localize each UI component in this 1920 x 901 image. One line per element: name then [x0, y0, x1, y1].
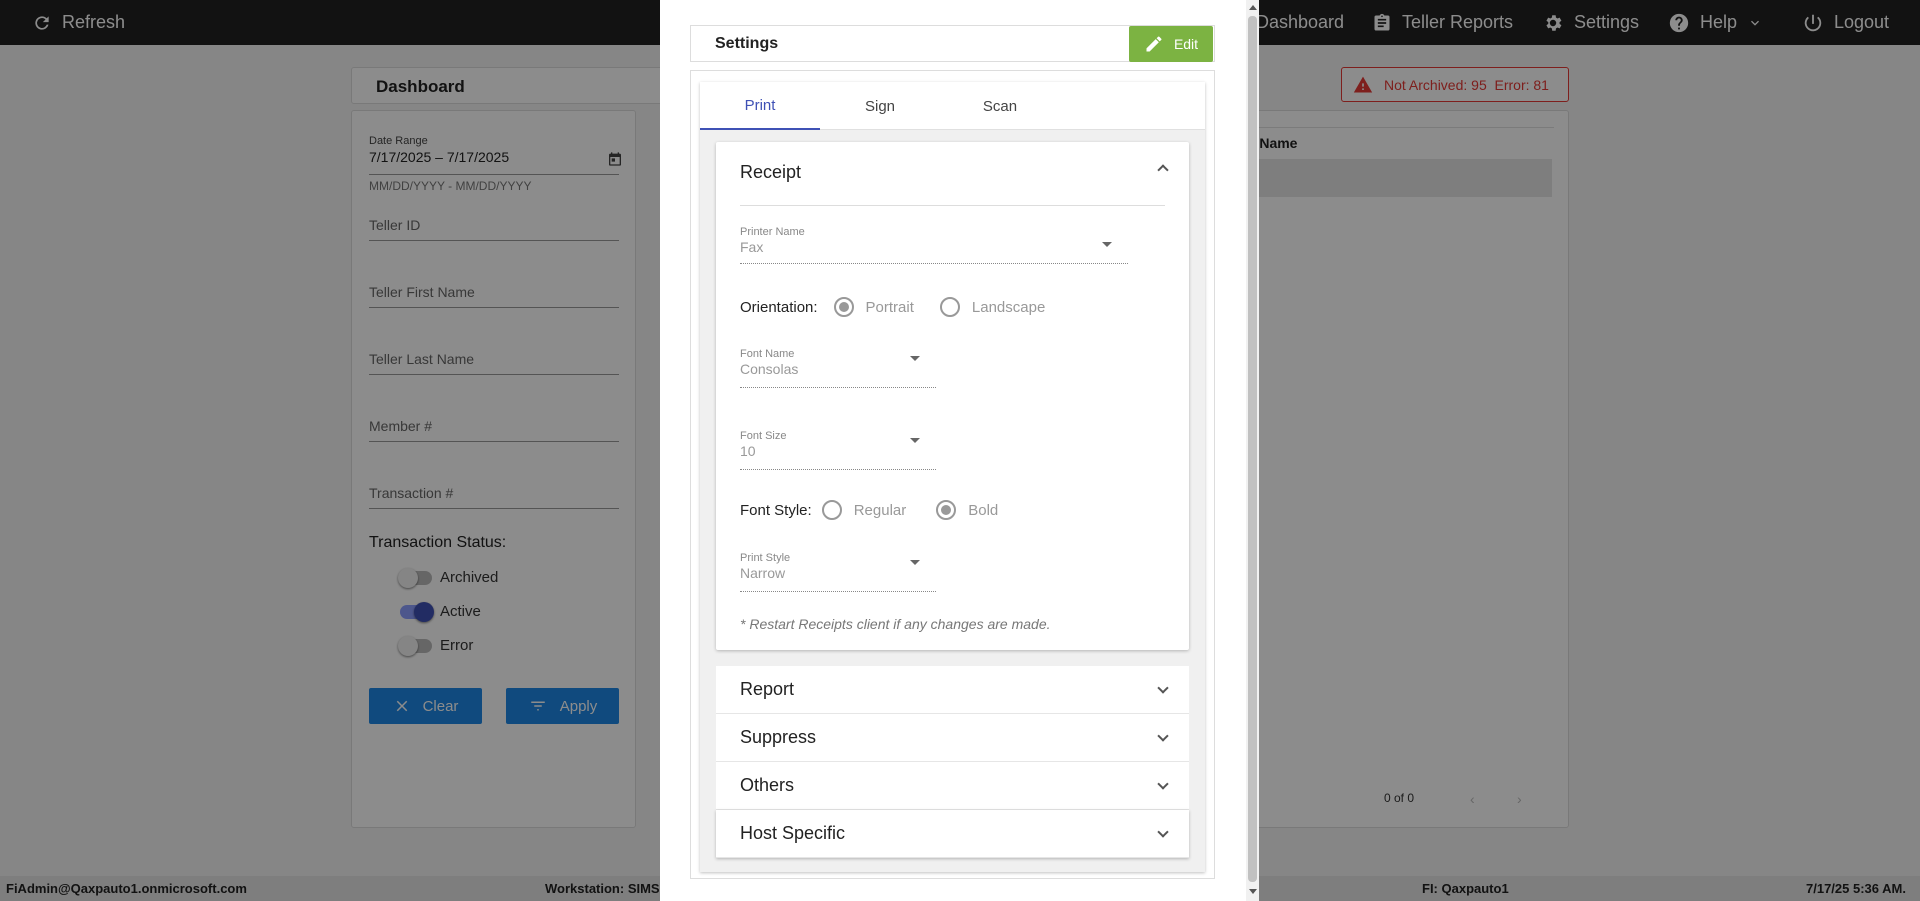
orientation-label: Orientation:: [740, 298, 818, 316]
chevron-down-icon: [1157, 826, 1169, 838]
chevron-down-icon: [1157, 730, 1169, 742]
chevron-down-icon: [1157, 682, 1169, 694]
tab-scan[interactable]: Scan: [940, 82, 1060, 130]
portrait-label: Portrait: [865, 298, 914, 316]
modal-scrollbar[interactable]: [1246, 0, 1259, 901]
font-name-select[interactable]: Font Name Consolas: [740, 348, 936, 388]
restart-note: * Restart Receipts client if any changes…: [740, 616, 1051, 632]
printer-name-select[interactable]: Printer Name Fax: [740, 226, 1128, 264]
portrait-radio[interactable]: [833, 297, 854, 317]
regular-label: Regular: [853, 501, 907, 519]
regular-radio[interactable]: [821, 500, 842, 520]
scroll-up-arrow-icon[interactable]: [1249, 5, 1257, 10]
settings-modal: Settings Print Sign Scan Receipt Printer…: [660, 0, 1259, 901]
print-style-label: Print Style: [740, 552, 791, 564]
font-name-value: Consolas: [740, 361, 799, 377]
edit-label: Edit: [1173, 36, 1199, 52]
dropdown-caret-icon: [910, 356, 920, 361]
section-suppress[interactable]: Suppress: [716, 714, 1189, 762]
section-others-label: Others: [740, 775, 795, 795]
chevron-up-icon[interactable]: [1157, 164, 1169, 176]
dropdown-caret-icon: [910, 560, 920, 565]
tab-print[interactable]: Print: [700, 82, 820, 130]
printer-name-value: Fax: [740, 239, 764, 255]
edit-button[interactable]: Edit: [1129, 26, 1213, 62]
scrollbar-thumb[interactable]: [1248, 16, 1257, 882]
font-size-label: Font Size: [740, 430, 787, 442]
section-report-label: Report: [740, 679, 795, 699]
scroll-down-arrow-icon[interactable]: [1249, 889, 1257, 894]
bold-label: Bold: [968, 501, 999, 519]
dropdown-caret-icon: [1102, 242, 1112, 247]
receipt-divider: [740, 205, 1165, 206]
print-style-select[interactable]: Print Style Narrow: [740, 552, 936, 592]
tab-bar: Print Sign Scan: [700, 82, 1205, 130]
print-style-value: Narrow: [740, 565, 786, 581]
chevron-down-icon: [1157, 778, 1169, 790]
orientation-group: Orientation: Portrait Landscape: [740, 297, 1045, 317]
landscape-label: Landscape: [971, 298, 1046, 316]
section-host-specific[interactable]: Host Specific: [716, 810, 1189, 858]
receipt-title[interactable]: Receipt: [740, 162, 801, 183]
dropdown-caret-icon: [910, 438, 920, 443]
modal-title: Settings: [715, 35, 779, 52]
font-style-label: Font Style:: [740, 501, 812, 519]
section-others[interactable]: Others: [716, 762, 1189, 810]
section-suppress-label: Suppress: [740, 727, 817, 747]
section-report[interactable]: Report: [716, 666, 1189, 714]
section-host-specific-label: Host Specific: [740, 823, 846, 843]
landscape-radio[interactable]: [939, 297, 960, 317]
font-name-label: Font Name: [740, 348, 795, 360]
font-size-value: 10: [740, 443, 756, 459]
pencil-icon: [1146, 36, 1162, 52]
bold-radio[interactable]: [936, 500, 957, 520]
receipt-panel: Receipt Printer Name Fax Orientation: Po…: [716, 142, 1189, 650]
font-size-select[interactable]: Font Size 10: [740, 430, 936, 470]
printer-name-label: Printer Name: [740, 226, 805, 238]
tab-sign[interactable]: Sign: [820, 82, 940, 130]
font-style-group: Font Style: Regular Bold: [740, 500, 998, 520]
